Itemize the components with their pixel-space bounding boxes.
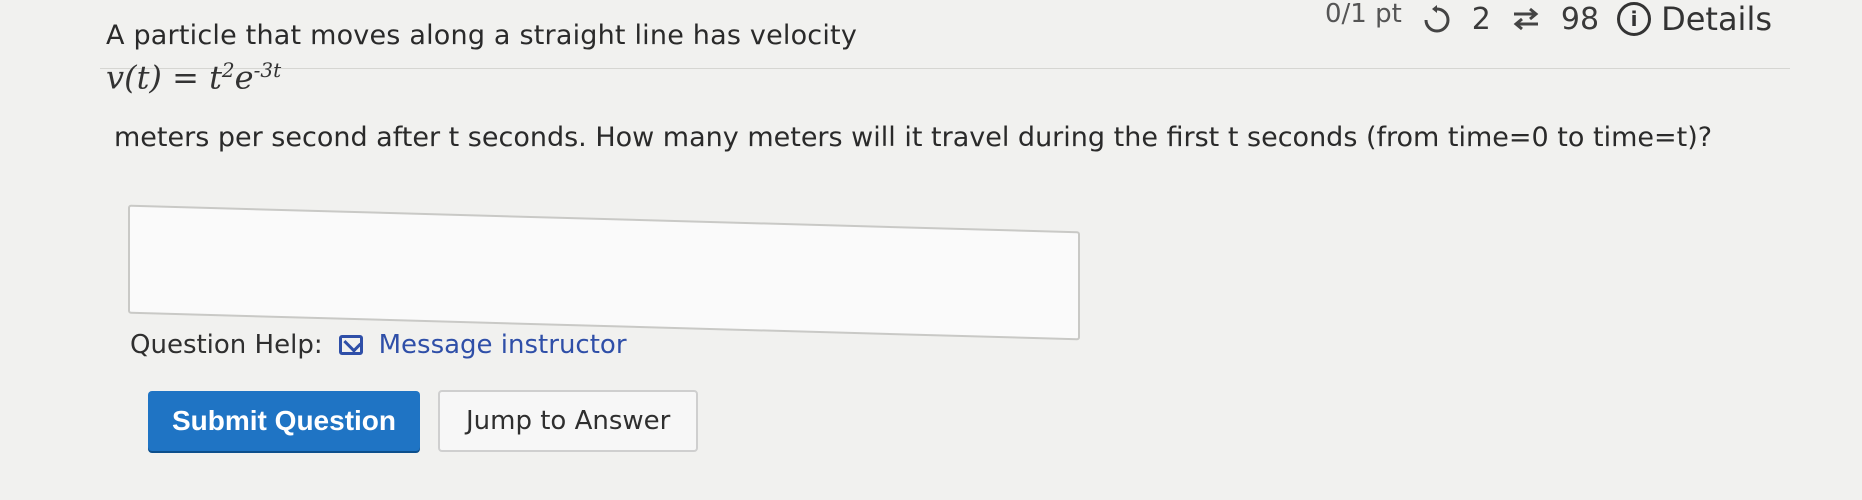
question-help-label: Question Help: [130,330,323,360]
question-continuation: meters per second after t seconds. How m… [114,122,1713,153]
formula-exp-1: 2 [221,58,235,82]
submissions-count: 98 [1560,1,1600,37]
submit-question-button[interactable]: Submit Question [148,391,420,451]
header-divider [100,68,1790,69]
points-indicator: 0/1 pt [1324,0,1402,29]
mail-icon [338,335,363,355]
question-actions: Submit Question Jump to Answer [148,390,699,452]
submissions-icon [1509,2,1543,36]
question-intro: A particle that moves along a straight l… [106,20,857,51]
answer-input[interactable] [128,204,1080,341]
info-icon: i [1617,2,1652,36]
formula-base: t [209,58,222,97]
question-meta: 0/1 pt 2 98 i Details [1325,0,1772,38]
velocity-formula: v(t) = t2e-3t [106,58,281,97]
jump-to-answer-button[interactable]: Jump to Answer [438,390,699,452]
formula-exp-2: -3t [253,58,282,82]
question-intro-text: A particle that moves along a straight l… [106,20,858,51]
attempts-icon [1420,2,1454,36]
details-label: Details [1661,0,1772,38]
details-button[interactable]: i Details [1617,0,1772,38]
attempts-count: 2 [1471,1,1491,37]
message-instructor-link[interactable]: Message instructor [379,330,627,360]
formula-e: e [234,58,254,97]
question-help: Question Help: Message instructor [130,330,627,360]
formula-lhs: v(t) = [106,58,199,97]
